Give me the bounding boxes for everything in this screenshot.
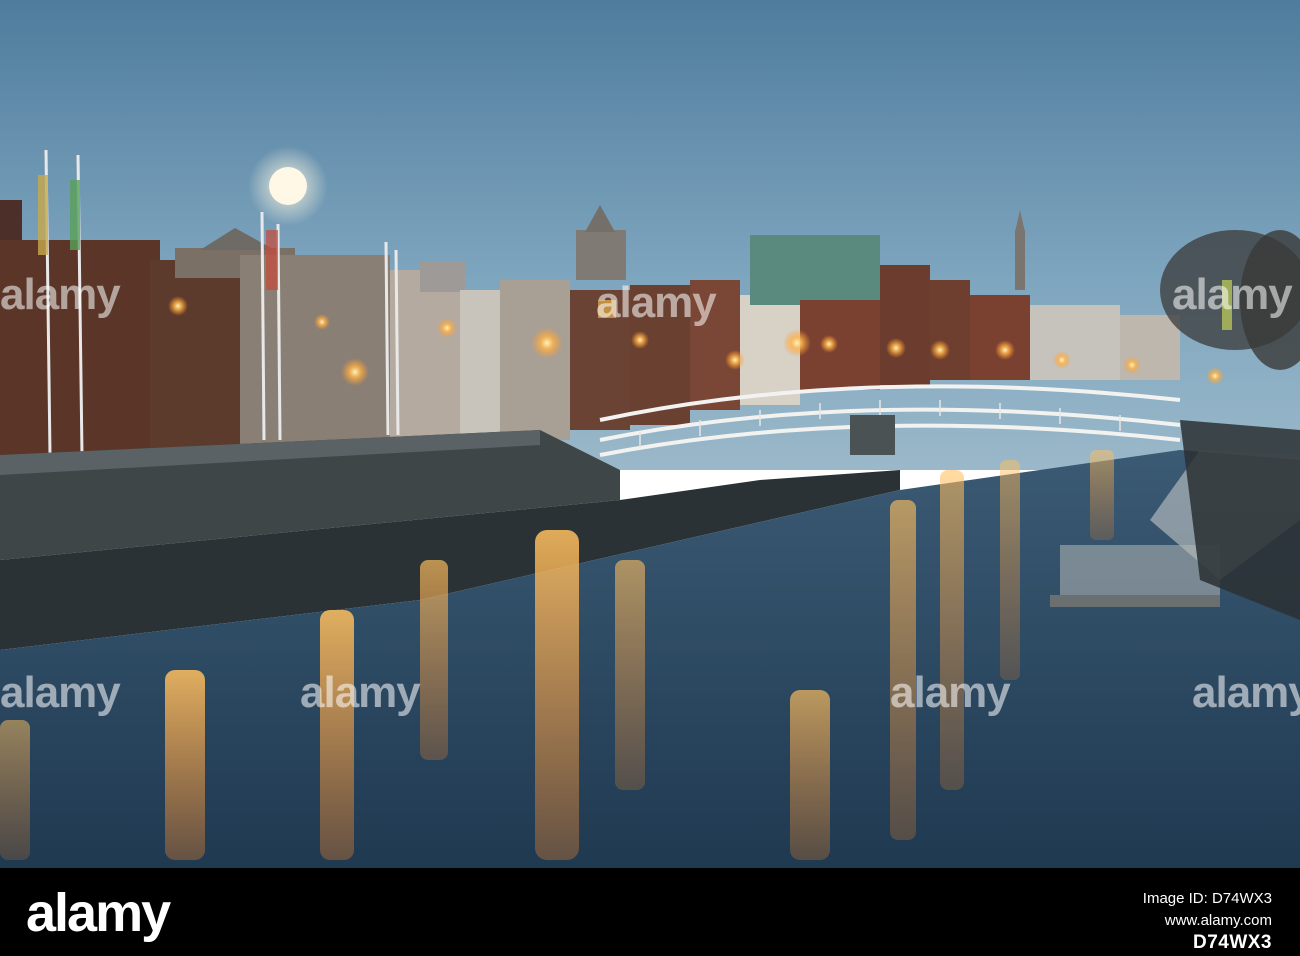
watermark-center: alamy [596,278,717,327]
watermark-top-right: alamy [1172,270,1293,319]
dublin-river-night-photo [0,0,1300,868]
watermark-bottom-mid-left: alamy [300,668,421,717]
watermark-bottom-right: alamy [1192,668,1300,717]
watermark-bottom-mid-right: alamy [890,668,1011,717]
image-id-block: Image ID: D74WX3 www.alamy.com D74WX3 [1143,888,1272,954]
bridge-pier [850,415,895,455]
site-url: www.alamy.com [1164,912,1272,929]
watermark-bottom-left: alamy [0,668,121,717]
alamy-logo: alamy [26,883,171,943]
moon [269,167,307,205]
watermark-top-left: alamy [0,270,121,319]
footer-bar: alamy Image ID: D74WX3 www.alamy.com D74… [0,868,1300,956]
stock-photo: alamy alamy alamy alamy alamy alamy alam… [0,0,1300,956]
image-id-label: Image ID: D74WX3 [1142,890,1272,907]
image-code: D74WX3 [1192,932,1272,953]
